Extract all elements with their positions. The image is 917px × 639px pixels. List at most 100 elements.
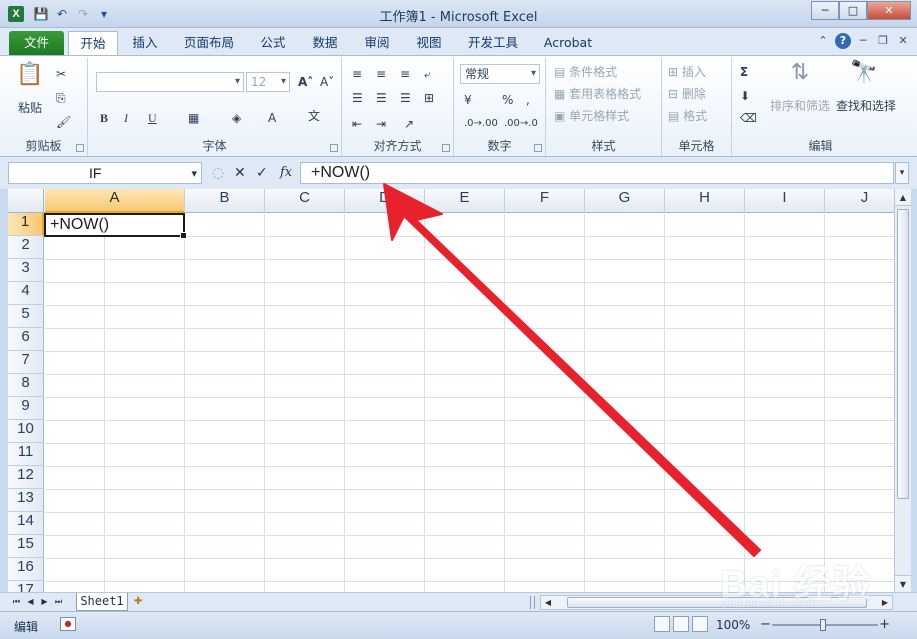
help-icon[interactable]: ?	[835, 33, 851, 49]
expand-formula-bar-icon[interactable]: ▾	[895, 162, 909, 184]
normal-view-icon[interactable]	[654, 616, 670, 632]
increase-decimal-icon[interactable]: .0→.00	[464, 116, 498, 132]
row-header-4[interactable]: 4	[8, 282, 44, 305]
first-sheet-icon[interactable]: ⏮	[10, 595, 23, 609]
macro-record-icon[interactable]: ●	[60, 617, 76, 631]
tab-split-handle[interactable]	[530, 596, 535, 609]
font-launcher-icon[interactable]	[330, 144, 338, 152]
select-all-button[interactable]	[8, 189, 44, 213]
sort-filter-label[interactable]: 排序和筛选	[770, 98, 830, 114]
insert-cells-button[interactable]: ⊞ 插入	[668, 64, 706, 80]
name-box[interactable]: IF	[8, 162, 202, 184]
align-bottom-icon[interactable]: ≡	[400, 66, 410, 82]
column-header-g[interactable]: G	[585, 189, 665, 213]
doc-close-icon[interactable]: ✕	[895, 33, 911, 49]
cancel-entry-button[interactable]: ✕	[234, 164, 246, 182]
column-header-e[interactable]: E	[425, 189, 505, 213]
orientation-icon[interactable]: ↗	[404, 116, 414, 132]
formula-input[interactable]: +NOW()	[300, 162, 894, 184]
wrap-text-icon[interactable]: ⤶	[424, 66, 431, 82]
formula-bar-grip-icon[interactable]: ◌	[212, 164, 224, 182]
column-header-f[interactable]: F	[505, 189, 585, 213]
last-sheet-icon[interactable]: ⏭	[52, 595, 65, 609]
column-header-i[interactable]: I	[745, 189, 825, 213]
row-header-2[interactable]: 2	[8, 236, 44, 259]
close-button[interactable]: ✕	[867, 1, 911, 20]
vertical-scroll-thumb[interactable]	[897, 209, 909, 499]
tab-home[interactable]: 开始	[68, 31, 118, 55]
sheet-tab-sheet1[interactable]: Sheet1	[76, 593, 128, 611]
row-header-11[interactable]: 11	[8, 443, 44, 466]
find-select-label[interactable]: 查找和选择	[836, 98, 896, 114]
horizontal-scrollbar[interactable]: ◀ ▶	[540, 595, 893, 610]
column-header-h[interactable]: H	[665, 189, 745, 213]
tab-acrobat[interactable]: Acrobat	[538, 31, 598, 55]
row-header-8[interactable]: 8	[8, 374, 44, 397]
cell-area[interactable]	[45, 214, 894, 592]
active-cell-a1[interactable]: +NOW()	[44, 213, 187, 239]
underline-button[interactable]: U	[148, 110, 157, 126]
fill-color-icon[interactable]: ◈	[232, 110, 241, 126]
tab-view[interactable]: 视图	[410, 31, 448, 55]
scroll-right-icon[interactable]: ▶	[878, 596, 892, 609]
grow-font-icon[interactable]: A˄	[298, 74, 313, 90]
decrease-decimal-icon[interactable]: .00→.0	[504, 116, 538, 132]
copy-icon[interactable]: ⎘	[56, 90, 66, 106]
tab-developer[interactable]: 开发工具	[462, 31, 524, 55]
italic-button[interactable]: I	[124, 110, 128, 126]
currency-icon[interactable]: ¥	[464, 92, 472, 108]
align-left-icon[interactable]: ☰	[352, 90, 363, 106]
horizontal-scroll-thumb[interactable]	[567, 597, 867, 608]
conditional-format-button[interactable]: ▤ 条件格式	[554, 64, 617, 80]
cut-icon[interactable]: ✂	[56, 66, 66, 82]
row-header-5[interactable]: 5	[8, 305, 44, 328]
find-select-icon[interactable]: 🔭	[848, 60, 880, 86]
row-header-9[interactable]: 9	[8, 397, 44, 420]
cell-styles-button[interactable]: ▣ 单元格样式	[554, 108, 629, 124]
row-header-15[interactable]: 15	[8, 535, 44, 558]
scroll-left-icon[interactable]: ◀	[541, 596, 555, 609]
zoom-level[interactable]: 100%	[716, 618, 750, 632]
comma-button[interactable]: ,	[526, 92, 530, 108]
increase-indent-icon[interactable]: ⇥	[376, 116, 386, 132]
paste-label[interactable]: 粘贴	[18, 100, 42, 116]
row-header-14[interactable]: 14	[8, 512, 44, 535]
row-header-1[interactable]: 1	[8, 213, 44, 236]
next-sheet-icon[interactable]: ▶	[38, 595, 51, 609]
align-top-icon[interactable]: ≡	[352, 66, 362, 82]
doc-minimize-icon[interactable]: ─	[855, 33, 871, 49]
prev-sheet-icon[interactable]: ◀	[24, 595, 37, 609]
borders-icon[interactable]: ▦	[188, 110, 199, 126]
format-painter-icon[interactable]: 🖌	[56, 114, 71, 130]
shrink-font-icon[interactable]: A˅	[320, 74, 334, 90]
fill-icon[interactable]: ⬇	[740, 88, 750, 104]
insert-sheet-icon[interactable]: ✚	[134, 595, 154, 609]
align-right-icon[interactable]: ☰	[400, 90, 411, 106]
format-cells-button[interactable]: ▤ 格式	[668, 108, 707, 124]
column-header-c[interactable]: C	[265, 189, 345, 213]
minimize-button[interactable]: ─	[811, 1, 839, 20]
tab-insert[interactable]: 插入	[124, 31, 166, 55]
percent-button[interactable]: %	[502, 92, 513, 108]
tab-review[interactable]: 审阅	[358, 31, 396, 55]
tab-formulas[interactable]: 公式	[254, 31, 292, 55]
align-center-icon[interactable]: ☰	[376, 90, 387, 106]
zoom-knob[interactable]	[820, 619, 826, 631]
paste-icon[interactable]: 📋	[14, 62, 46, 88]
enter-entry-button[interactable]: ✓	[256, 164, 268, 182]
font-family-combo[interactable]	[96, 72, 244, 92]
row-header-6[interactable]: 6	[8, 328, 44, 351]
font-size-combo[interactable]: 12	[246, 72, 290, 92]
insert-function-button[interactable]: fx	[280, 164, 292, 182]
minimize-ribbon-icon[interactable]: ⌃	[815, 33, 831, 49]
merge-center-icon[interactable]: ⊞	[424, 90, 434, 106]
clear-icon[interactable]: ⌫	[740, 110, 757, 126]
zoom-slider[interactable]: − +	[760, 617, 890, 632]
page-layout-view-icon[interactable]	[673, 616, 689, 632]
bold-button[interactable]: B	[100, 110, 108, 126]
delete-cells-button[interactable]: ⊟ 删除	[668, 86, 706, 102]
zoom-in-icon[interactable]: +	[879, 617, 890, 632]
column-header-d[interactable]: D	[345, 189, 425, 213]
clipboard-launcher-icon[interactable]	[76, 144, 84, 152]
number-launcher-icon[interactable]	[534, 144, 542, 152]
